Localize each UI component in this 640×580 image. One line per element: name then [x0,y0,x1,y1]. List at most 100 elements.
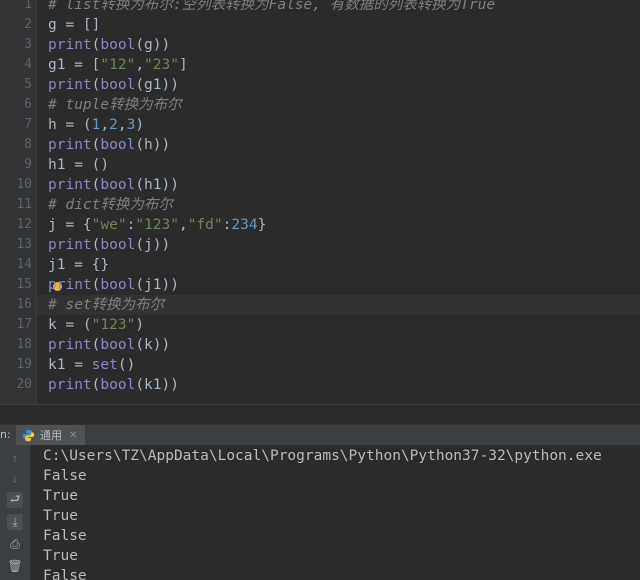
code-token: (k1)) [135,377,179,393]
code-editor[interactable]: 1 2 3 4 5 6 7 8 9 10 11 12 13 14 15 16 17 18 19 20 # list转换… [0,0,640,404]
code-token: , [100,117,110,133]
code-token: () [117,357,136,373]
code-token: g1 = [ [48,57,101,73]
code-line[interactable]: # list转换为布尔:空列表转换为False, 有数据的列表转换为True [48,0,495,15]
code-token: j = { [48,217,92,233]
line-number: 13 [16,237,32,252]
delete-icon[interactable]: 🗑 [7,558,23,574]
code-line[interactable]: print(bool(j1)) [48,275,179,295]
code-builtin: print [48,377,92,393]
line-number: 12 [16,217,32,232]
line-number: 3 [24,37,32,52]
run-label: n: [0,428,11,441]
code-comment: # dict转换为布尔 [48,197,173,213]
code-string: "123" [91,317,136,333]
code-builtin: bool [100,137,136,153]
code-line[interactable]: h = (1,2,3) [48,115,144,135]
scroll-down-icon[interactable]: ↓ [7,471,23,487]
code-line[interactable]: # dict转换为布尔 [48,195,173,215]
line-number: 14 [16,257,32,272]
code-token: (g)) [135,37,171,53]
code-line[interactable]: h1 = () [48,155,109,175]
code-builtin: print [48,77,92,93]
code-token: h1 = () [48,157,110,173]
code-line[interactable]: print(bool(g)) [48,35,170,55]
code-line[interactable]: g1 = ["12","23"] [48,55,188,75]
code-string: "23" [144,57,179,73]
code-builtin: bool [100,337,136,353]
line-number: 10 [16,177,32,192]
code-builtin: print [48,277,92,293]
line-number: 2 [24,17,32,32]
code-token: ) [135,317,145,333]
code-builtin: print [48,137,92,153]
console-output-line: True [43,488,78,504]
line-number: 1 [24,0,32,12]
run-toolbar: ↑ ↓ ⮐ ⤓ ⎙ 🗑 [0,445,31,580]
code-string: "12" [100,57,136,73]
code-token: ) [135,117,145,133]
code-token: g = [] [48,17,101,33]
console-output-line: True [43,508,78,524]
code-number: 2 [109,117,118,133]
run-console-output[interactable]: C:\Users\TZ\AppData\Local\Programs\Pytho… [31,445,640,580]
line-number: 20 [16,377,32,392]
run-tab-label: 通用 [40,429,62,442]
code-token: k1 = [48,357,92,373]
code-line[interactable]: j1 = {} [48,255,109,275]
code-line[interactable]: k = ("123") [48,315,144,335]
code-builtin: bool [100,177,136,193]
line-number: 8 [24,137,32,152]
code-token: j1 = {} [48,257,110,273]
code-builtin: bool [100,377,136,393]
code-comment: # set转换为布尔 [48,297,165,313]
code-token: , [178,217,188,233]
console-output-line: False [43,528,87,544]
code-builtin: print [48,337,92,353]
code-line[interactable]: j = {"we":"123","fd":234} [48,215,266,235]
code-line[interactable]: print(bool(j)) [48,235,170,255]
code-token: (h)) [135,137,171,153]
scroll-up-icon[interactable]: ↑ [7,450,23,466]
code-number: 234 [231,217,258,233]
code-comment: # tuple转换为布尔 [48,97,182,113]
code-builtin: print [48,37,92,53]
run-tool-window-header: n: 通用 ✕ [0,424,640,445]
code-line[interactable]: print(bool(h)) [48,135,170,155]
line-number: 11 [16,197,32,212]
code-builtin: print [48,237,92,253]
print-icon[interactable]: ⎙ [7,536,23,552]
code-token: , [135,57,145,73]
close-icon[interactable]: ✕ [69,430,77,441]
code-line[interactable]: print(bool(k1)) [48,375,179,395]
code-line[interactable]: print(bool(g1)) [48,75,179,95]
code-line[interactable]: # set转换为布尔 [37,295,640,315]
code-token: , [117,117,127,133]
line-number: 15 [16,277,32,292]
console-output-line: False [43,468,87,484]
run-tab-tongyong[interactable]: 通用 ✕ [16,425,86,445]
code-string: "123" [135,217,179,233]
code-token: } [257,217,267,233]
code-line[interactable]: print(bool(h1)) [48,175,179,195]
code-line[interactable]: g = [] [48,15,100,35]
code-builtin: bool [100,277,136,293]
line-number: 16 [16,297,32,312]
code-token: (j)) [135,237,171,253]
code-token: (g1)) [135,77,179,93]
code-line[interactable]: print(bool(k)) [48,335,170,355]
code-builtin: bool [100,237,136,253]
python-icon [22,429,35,441]
code-line[interactable]: k1 = set() [48,355,135,375]
code-line[interactable]: # tuple转换为布尔 [48,95,182,115]
code-comment: # list转换为布尔:空列表转换为False, 有数据的列表转换为True [48,0,496,13]
code-token: ] [178,57,188,73]
code-token: k = ( [48,317,92,333]
line-number-gutter[interactable]: 1 2 3 4 5 6 7 8 9 10 11 12 13 14 15 16 17 18 19 20 [0,0,37,404]
code-builtin: bool [100,77,136,93]
line-number: 18 [16,337,32,352]
code-builtin: bool [100,37,136,53]
scroll-to-end-icon[interactable]: ⤓ [7,514,23,530]
line-number: 9 [24,157,32,172]
soft-wrap-icon[interactable]: ⮐ [7,492,23,508]
